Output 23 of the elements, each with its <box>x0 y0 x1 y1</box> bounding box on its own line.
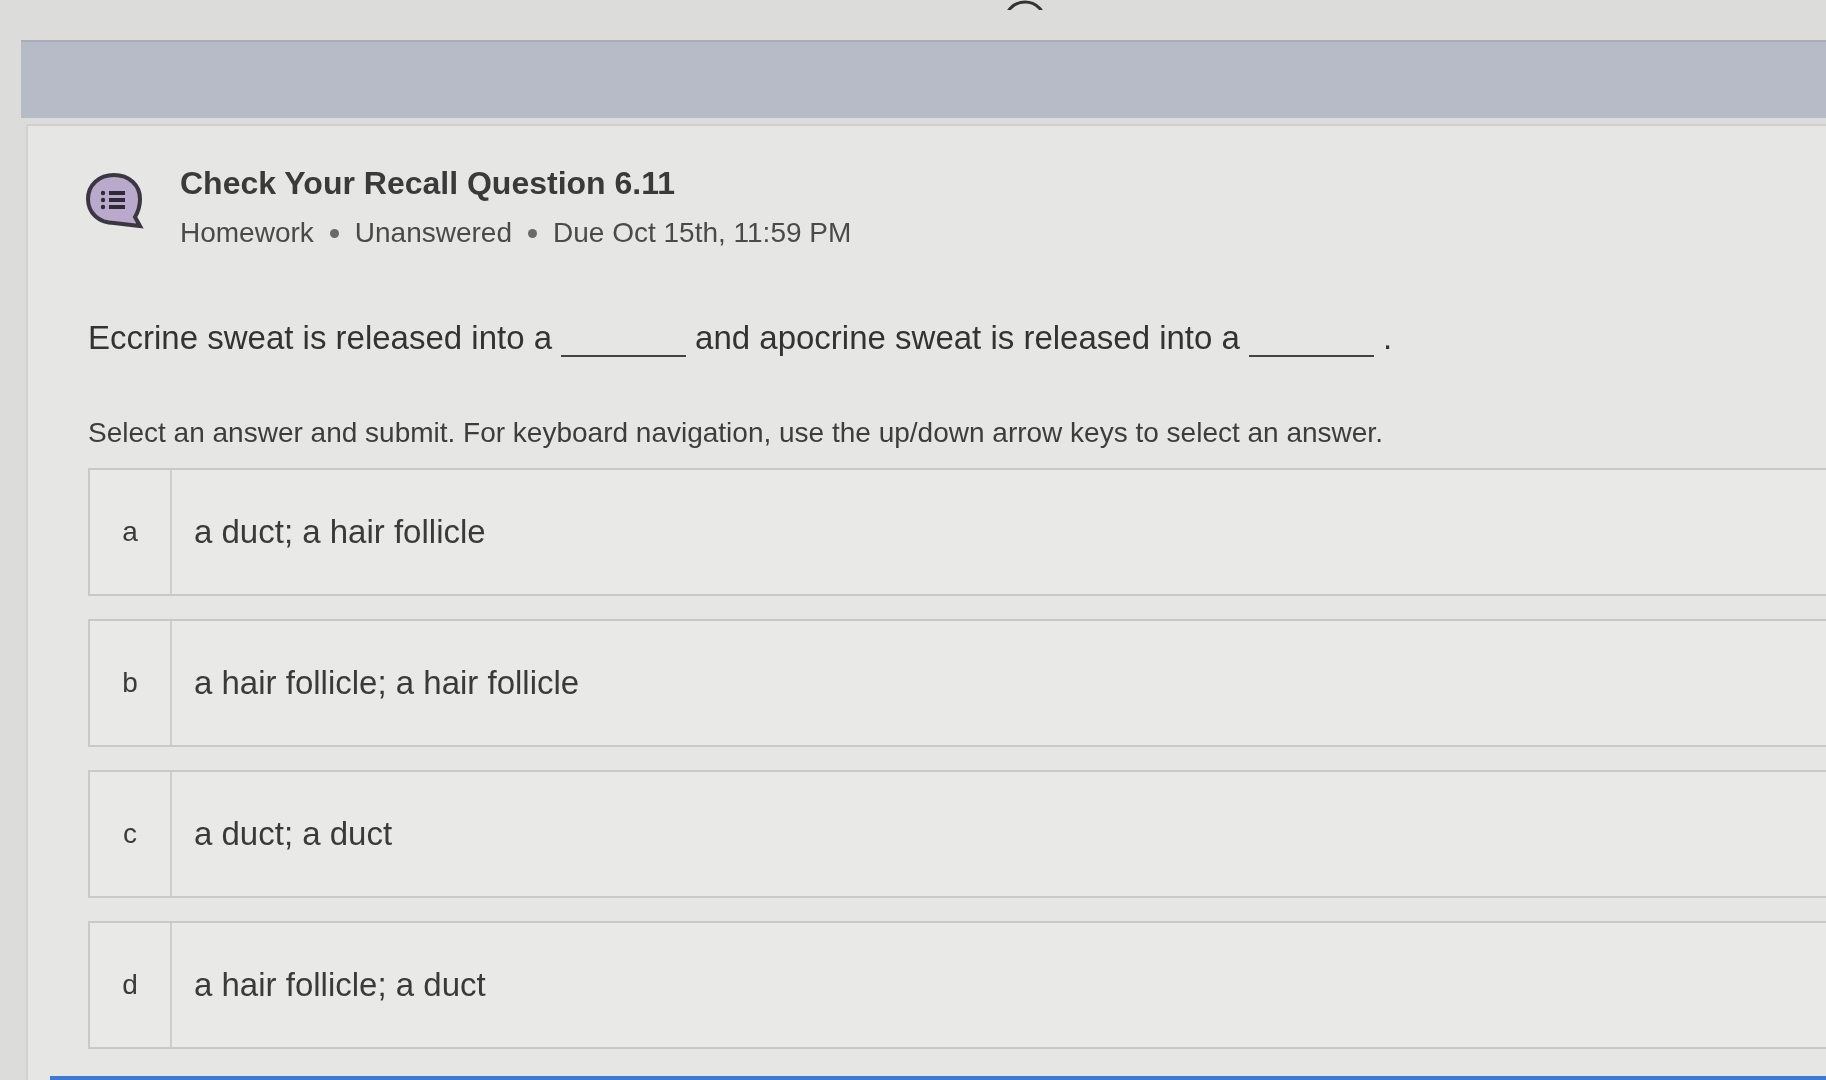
option-text: a hair follicle; a hair follicle <box>193 663 580 703</box>
option-letter: b <box>90 621 172 745</box>
instructions-text: Select an answer and submit. For keyboard navigation, use the up/down arrow keys to select an answer. <box>88 417 1384 449</box>
option-text: a duct; a hair follicle <box>193 512 486 552</box>
option-text: a duct; a duct <box>193 814 393 854</box>
answer-option[interactable]: a a duct; a hair follicle <box>88 468 1826 596</box>
separator-dot-icon <box>528 228 537 238</box>
answer-option[interactable]: b a hair follicle; a hair follicle <box>88 619 1826 747</box>
option-text: a hair follicle; a duct <box>193 965 486 1005</box>
option-letter: d <box>90 923 172 1047</box>
separator-dot-icon <box>329 228 339 238</box>
question-text: and apocrine sweat is released into a <box>695 319 1240 357</box>
meta-text: Unanswered <box>354 217 512 249</box>
answer-option[interactable]: d a hair follicle; a duct <box>88 921 1826 1049</box>
question-text: . <box>1382 319 1393 357</box>
option-letter: a <box>90 470 172 594</box>
option-letter: c <box>90 772 172 896</box>
chat-list-icon <box>84 171 144 229</box>
answer-option[interactable]: c a duct; a duct <box>88 770 1826 898</box>
question-text: Eccrine sweat is released into a <box>88 319 553 357</box>
meta-text: Homework <box>180 217 314 249</box>
question-title: Check Your Recall Question 6.11 <box>180 165 676 202</box>
meta-text: Due Oct 15th, 11:59 PM <box>553 217 852 249</box>
